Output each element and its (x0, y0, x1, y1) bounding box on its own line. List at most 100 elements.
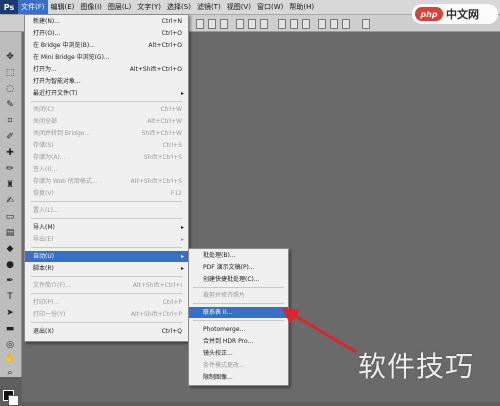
menu-item-shortcut: Alt+Shift+Ctrl+O (129, 66, 182, 73)
menu-separator (193, 287, 284, 288)
menu-item-recent-files[interactable]: 最近打开文件(T) ▸ (25, 88, 188, 99)
menu-image[interactable]: 图像(I) (77, 0, 105, 14)
distribute-center-icon[interactable] (330, 19, 338, 29)
menu-item-automate[interactable]: 自动(U) ▸ (25, 251, 188, 262)
menu-item-shortcut: Alt+Shift+Ctrl+S (130, 178, 182, 185)
submenu-item-conditional-mode-change[interactable]: 条件模式更改... (189, 360, 288, 371)
submenu-item-pdf-presentation[interactable]: PDF 演示文稿(P)... (189, 262, 288, 273)
menu-item-label: 关闭(C) (33, 106, 54, 113)
align-top-icon[interactable] (196, 19, 204, 29)
submenu-item-label: 批处理(B)... (203, 252, 236, 259)
align-middle-icon[interactable] (208, 19, 216, 29)
3d-rotate-tool-icon[interactable]: ◎ (4, 340, 16, 351)
menu-item-place[interactable]: 置入(L)... (25, 205, 188, 216)
menu-item-shortcut: Alt+Ctrl+O (148, 42, 182, 49)
align-bottom-icon[interactable] (220, 19, 228, 29)
crop-tool-icon[interactable]: ⌗ (4, 116, 16, 127)
menu-item-save-as[interactable]: 存储为(A)... Shift+Ctrl+S (25, 152, 188, 163)
menu-item-label: 自动(U) (33, 253, 55, 260)
distribute-top-icon[interactable] (278, 19, 286, 29)
submenu-item-contact-sheet[interactable]: 联系表 II... (189, 307, 288, 318)
align-left-icon[interactable] (236, 19, 244, 29)
submenu-item-merge-hdr-pro[interactable]: 合并到 HDR Pro... (189, 336, 288, 347)
menu-item-shortcut: Ctrl+W (160, 106, 182, 113)
menu-window[interactable]: 窗口(W) (254, 0, 286, 14)
menu-item-exit[interactable]: 退出(X) Ctrl+Q (25, 326, 188, 337)
type-tool-icon[interactable]: T (4, 292, 16, 303)
tools-panel: ✥ ⬚ ◌ ✎ ⌗ ✐ ✚ ✏ ♜ ✍ ▭ ▤ ◆ ● ✒ T ➤ ▬ ◎ ✋ … (0, 32, 22, 406)
menu-item-label: 打印一份(Y) (33, 311, 66, 318)
submenu-arrow-icon: ▸ (180, 224, 184, 231)
distribute-right-icon[interactable] (342, 19, 350, 29)
menu-item-scripts[interactable]: 脚本(R) ▸ (25, 263, 188, 274)
menu-help[interactable]: 帮助(H) (286, 0, 317, 14)
marquee-tool-icon[interactable]: ⬚ (4, 68, 16, 79)
menu-item-save-for-web[interactable]: 存储为 Web 所用格式... Alt+Shift+Ctrl+S (25, 176, 188, 187)
menu-item-export[interactable]: 导出(E) ▸ (25, 234, 188, 245)
distribute-left-icon[interactable] (318, 19, 326, 29)
shape-tool-icon[interactable]: ▬ (4, 324, 16, 335)
menu-item-import[interactable]: 导入(M) ▸ (25, 222, 188, 233)
menu-filter[interactable]: 滤镜(T) (194, 0, 224, 14)
menu-item-revert[interactable]: 恢复(V) F12 (25, 188, 188, 199)
menu-item-open-as[interactable]: 打开为... Alt+Shift+Ctrl+O (25, 64, 188, 75)
menu-item-browse-bridge[interactable]: 在 Bridge 中浏览(B)... Alt+Ctrl+O (25, 40, 188, 51)
distribute-middle-icon[interactable] (290, 19, 298, 29)
eyedropper-tool-icon[interactable]: ✐ (4, 132, 16, 143)
menu-item-print[interactable]: 打印(P)... Ctrl+P (25, 297, 188, 308)
submenu-item-lens-correction[interactable]: 镜头校正... (189, 348, 288, 359)
menu-item-file-info[interactable]: 文件简介(F)... Alt+Shift+Ctrl+I (25, 280, 188, 291)
move-tool-icon[interactable]: ✥ (4, 52, 16, 63)
menu-file[interactable]: 文件(F) (18, 0, 48, 14)
submenu-item-fit-image[interactable]: 限制图像... (189, 372, 288, 383)
menu-item-close[interactable]: 关闭(C) Ctrl+W (25, 104, 188, 115)
align-right-icon[interactable] (260, 19, 268, 29)
menu-type[interactable]: 文字(Y) (134, 0, 164, 14)
submenu-item-batch[interactable]: 批处理(B)... (189, 250, 288, 261)
menu-item-check-in[interactable]: 签入(I)... (25, 164, 188, 175)
healing-brush-tool-icon[interactable]: ✚ (4, 148, 16, 159)
menu-item-label: 打印(P)... (33, 299, 60, 306)
bottom-watermark: 软件技巧 (358, 350, 475, 383)
gradient-tool-icon[interactable]: ▤ (4, 228, 16, 239)
blur-tool-icon[interactable]: ◆ (4, 244, 16, 255)
menu-item-print-one-copy[interactable]: 打印一份(Y) Alt+Shift+Ctrl+P (25, 309, 188, 320)
menu-item-shortcut: Ctrl+N (161, 18, 182, 25)
submenu-item-crop-straighten[interactable]: 裁剪并修齐照片 (189, 290, 288, 301)
menu-item-new[interactable]: 新建(N)... Ctrl+N (25, 16, 188, 27)
menu-item-label: 打开(O)... (33, 30, 61, 37)
submenu-item-photomerge[interactable]: Photomerge... (189, 324, 288, 335)
menu-item-label: 存储为 Web 所用格式... (33, 178, 98, 185)
clone-stamp-tool-icon[interactable]: ♜ (4, 180, 16, 191)
zoom-tool-icon[interactable]: ⌕ (4, 368, 16, 379)
hand-tool-icon[interactable]: ✋ (4, 354, 16, 365)
menu-item-close-all[interactable]: 关闭全部 Alt+Ctrl+W (25, 116, 188, 127)
distribute-bottom-icon[interactable] (302, 19, 310, 29)
auto-align-icon[interactable] (362, 19, 370, 29)
menu-item-close-go-bridge[interactable]: 关闭并转到 Bridge... Shift+Ctrl+W (25, 128, 188, 139)
menu-item-browse-mini-bridge[interactable]: 在 Mini Bridge 中浏览(G)... (25, 52, 188, 63)
submenu-item-label: 合并到 HDR Pro... (203, 338, 254, 345)
submenu-item-label: PDF 演示文稿(P)... (203, 264, 255, 271)
brush-tool-icon[interactable]: ✏ (4, 164, 16, 175)
menu-select[interactable]: 选择(S) (164, 0, 194, 14)
menu-item-open[interactable]: 打开(O)... Ctrl+O (25, 28, 188, 39)
menu-edit[interactable]: 编辑(E) (48, 0, 78, 14)
menu-separator (193, 320, 284, 321)
menu-view[interactable]: 视图(V) (224, 0, 254, 14)
menu-item-shortcut: Alt+Shift+Ctrl+P (130, 311, 182, 318)
eraser-tool-icon[interactable]: ▭ (4, 212, 16, 223)
menu-item-open-smart-object[interactable]: 打开为智能对象... (25, 76, 188, 87)
menu-layer[interactable]: 图层(L) (105, 0, 134, 14)
path-select-tool-icon[interactable]: ➤ (4, 308, 16, 319)
submenu-item-create-droplet[interactable]: 创建快捷批处理(C)... (189, 274, 288, 285)
pen-tool-icon[interactable]: ✒ (4, 276, 16, 287)
lasso-tool-icon[interactable]: ◌ (4, 84, 16, 95)
menu-separator (31, 201, 182, 202)
align-center-icon[interactable] (248, 19, 256, 29)
menu-item-save[interactable]: 存储(S) Ctrl+S (25, 140, 188, 151)
history-brush-tool-icon[interactable]: ✍ (4, 196, 16, 207)
quick-select-tool-icon[interactable]: ✎ (4, 100, 16, 111)
background-color-swatch[interactable] (8, 395, 19, 406)
dodge-tool-icon[interactable]: ● (4, 260, 16, 271)
